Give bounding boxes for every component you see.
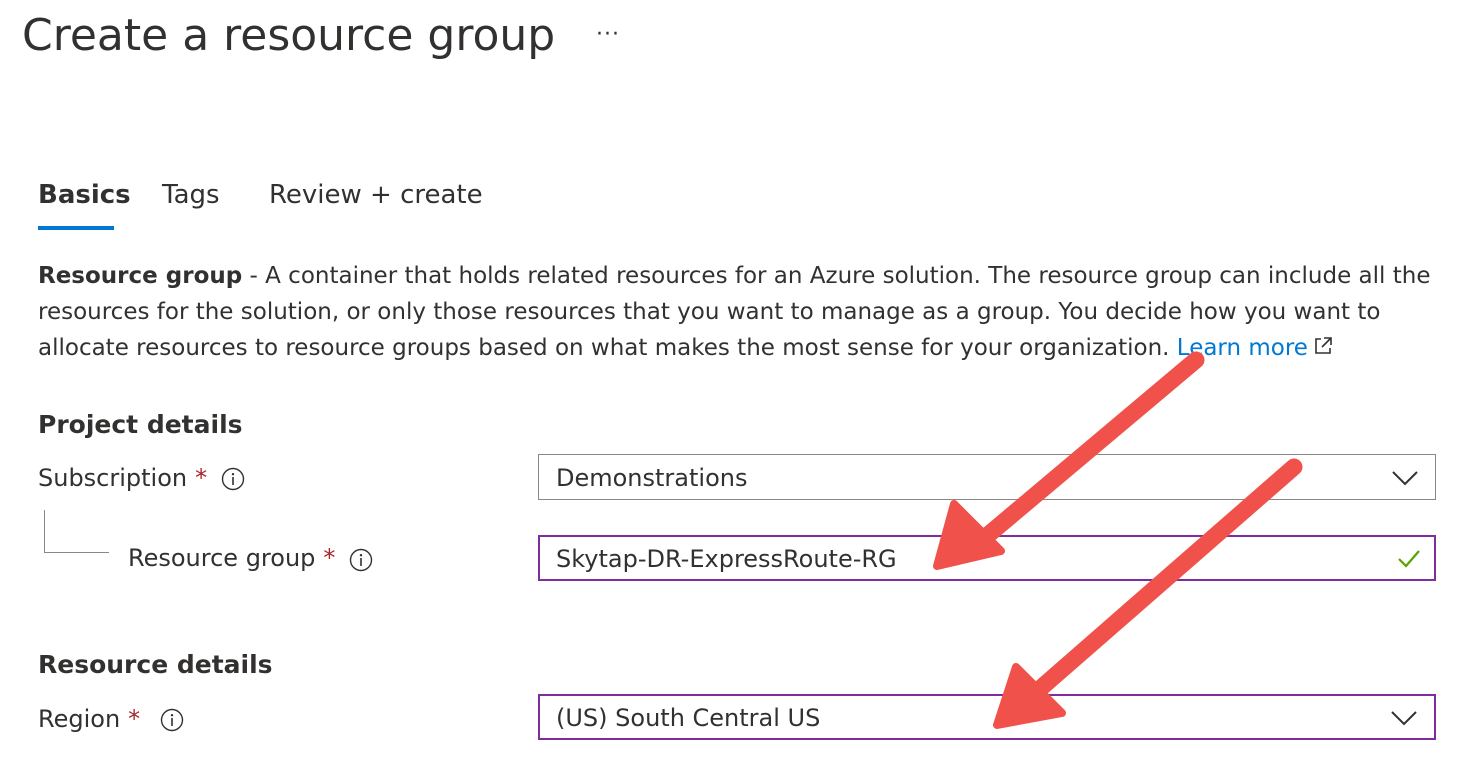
region-select[interactable]: (US) South Central US bbox=[538, 694, 1436, 740]
hierarchy-connector bbox=[44, 510, 109, 553]
external-link-icon bbox=[1315, 337, 1332, 354]
tab-review-create[interactable]: Review + create bbox=[269, 180, 483, 210]
page-title: Create a resource group bbox=[22, 10, 556, 61]
subscription-value: Demonstrations bbox=[556, 464, 748, 492]
subscription-select[interactable]: Demonstrations bbox=[538, 454, 1436, 500]
checkmark-icon bbox=[1398, 550, 1420, 568]
region-label: Region * bbox=[38, 705, 140, 733]
learn-more-label: Learn more bbox=[1176, 335, 1308, 361]
annotation-arrow-region bbox=[993, 458, 1303, 729]
more-options-button[interactable]: ··· bbox=[596, 22, 620, 47]
region-value: (US) South Central US bbox=[556, 704, 821, 732]
subscription-label: Subscription * bbox=[38, 464, 207, 492]
info-icon[interactable] bbox=[160, 708, 184, 732]
resource-group-value: Skytap-DR-ExpressRoute-RG bbox=[556, 545, 897, 573]
resource-details-heading: Resource details bbox=[38, 650, 273, 679]
active-tab-indicator bbox=[38, 226, 114, 230]
required-asterisk: * bbox=[128, 705, 141, 733]
resource-group-input[interactable]: Skytap-DR-ExpressRoute-RG bbox=[538, 535, 1436, 581]
tab-tags[interactable]: Tags bbox=[162, 180, 220, 210]
chevron-down-icon bbox=[1391, 711, 1417, 726]
info-icon[interactable] bbox=[349, 548, 373, 572]
resource-group-label-text: Resource group bbox=[128, 544, 316, 572]
required-asterisk: * bbox=[323, 544, 336, 572]
subscription-label-text: Subscription bbox=[38, 464, 188, 492]
chevron-down-icon bbox=[1392, 471, 1418, 486]
project-details-heading: Project details bbox=[38, 410, 243, 439]
region-label-text: Region bbox=[38, 705, 121, 733]
info-icon[interactable] bbox=[221, 467, 245, 491]
description-term: Resource group bbox=[38, 263, 243, 289]
required-asterisk: * bbox=[195, 464, 208, 492]
resource-group-description: Resource group - A container that holds … bbox=[38, 258, 1438, 366]
learn-more-link[interactable]: Learn more bbox=[1177, 335, 1334, 361]
tab-basics[interactable]: Basics bbox=[38, 180, 131, 210]
resource-group-label: Resource group * bbox=[128, 544, 335, 572]
